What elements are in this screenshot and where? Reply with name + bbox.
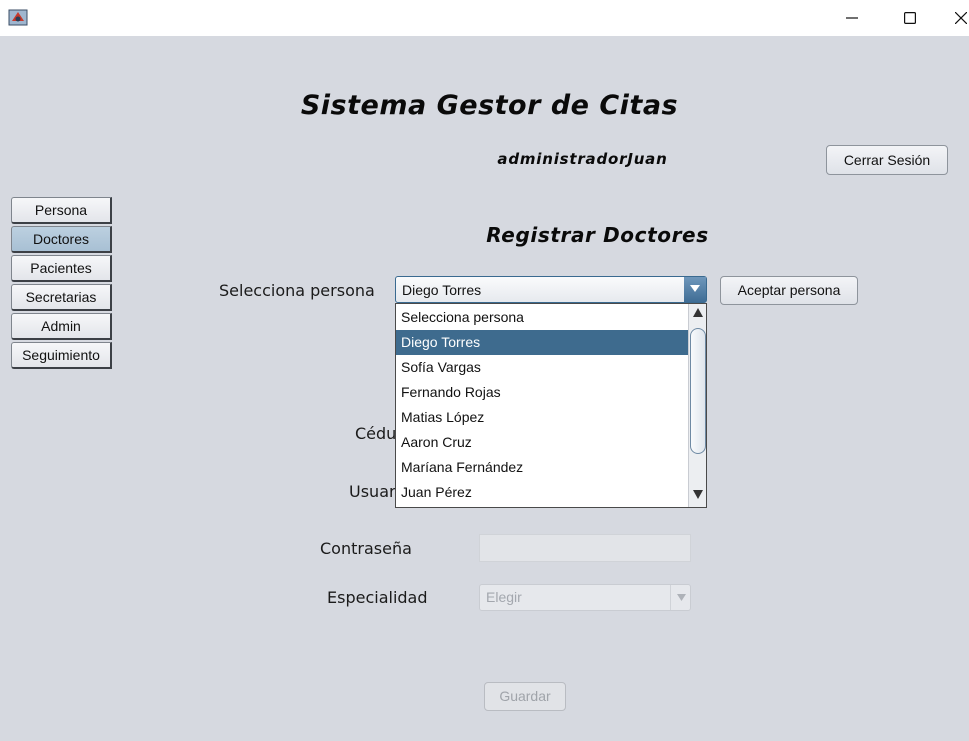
- section-title: Registrar Doctores: [486, 223, 709, 247]
- password-field[interactable]: [479, 534, 691, 562]
- list-item-selected[interactable]: Diego Torres: [396, 330, 688, 355]
- list-item[interactable]: Sofía Vargas: [396, 355, 688, 380]
- person-combo[interactable]: Diego Torres: [395, 276, 707, 303]
- app-icon[interactable]: [8, 7, 30, 27]
- list-item[interactable]: Juan Pérez: [396, 480, 688, 505]
- usuario-label: Usuar: [349, 482, 396, 501]
- scroll-down-icon[interactable]: [693, 490, 703, 499]
- list-item[interactable]: Maríana Fernández: [396, 455, 688, 480]
- save-button[interactable]: Guardar: [484, 682, 566, 711]
- combo-arrow-button[interactable]: [684, 277, 706, 302]
- password-label: Contraseña: [320, 539, 412, 558]
- cedula-label: Cédu: [355, 424, 397, 443]
- sidebar-nav: Persona Doctores Pacientes Secretarias A…: [11, 197, 112, 371]
- dropdown-scrollbar[interactable]: [688, 304, 706, 507]
- maximize-button[interactable]: [887, 0, 933, 36]
- close-icon: [955, 12, 967, 24]
- logout-button[interactable]: Cerrar Sesión: [826, 145, 948, 175]
- select-person-label: Selecciona persona: [219, 281, 375, 300]
- list-item[interactable]: Aaron Cruz: [396, 430, 688, 455]
- scroll-up-icon[interactable]: [693, 308, 703, 317]
- list-item[interactable]: Fernando Rojas: [396, 380, 688, 405]
- sidebar-item-admin[interactable]: Admin: [11, 313, 112, 340]
- specialty-arrow-button[interactable]: [670, 585, 690, 610]
- maximize-icon: [904, 12, 916, 24]
- sidebar-item-doctores[interactable]: Doctores: [11, 226, 112, 253]
- window-titlebar: [0, 0, 969, 36]
- person-combo-value: Diego Torres: [402, 282, 482, 298]
- sidebar-item-pacientes[interactable]: Pacientes: [11, 255, 112, 282]
- list-item[interactable]: Matias López: [396, 405, 688, 430]
- specialty-combo[interactable]: Elegir: [479, 584, 691, 611]
- chevron-down-icon: [690, 285, 700, 292]
- sidebar-item-secretarias[interactable]: Secretarias: [11, 284, 112, 311]
- close-button[interactable]: [945, 0, 969, 36]
- minimize-icon: [846, 17, 858, 19]
- person-dropdown-list: Selecciona persona Diego Torres Sofía Va…: [395, 303, 707, 508]
- sidebar-item-persona[interactable]: Persona: [11, 197, 112, 224]
- accept-person-button[interactable]: Aceptar persona: [720, 276, 858, 305]
- chevron-down-icon: [677, 594, 686, 601]
- sidebar-item-seguimiento[interactable]: Seguimiento: [11, 342, 112, 369]
- specialty-combo-value: Elegir: [486, 589, 522, 605]
- list-item[interactable]: Selecciona persona: [396, 305, 688, 330]
- minimize-button[interactable]: [829, 0, 875, 36]
- scroll-thumb[interactable]: [690, 328, 706, 454]
- specialty-label: Especialidad: [327, 588, 428, 607]
- app-title: Sistema Gestor de Citas: [300, 90, 679, 121]
